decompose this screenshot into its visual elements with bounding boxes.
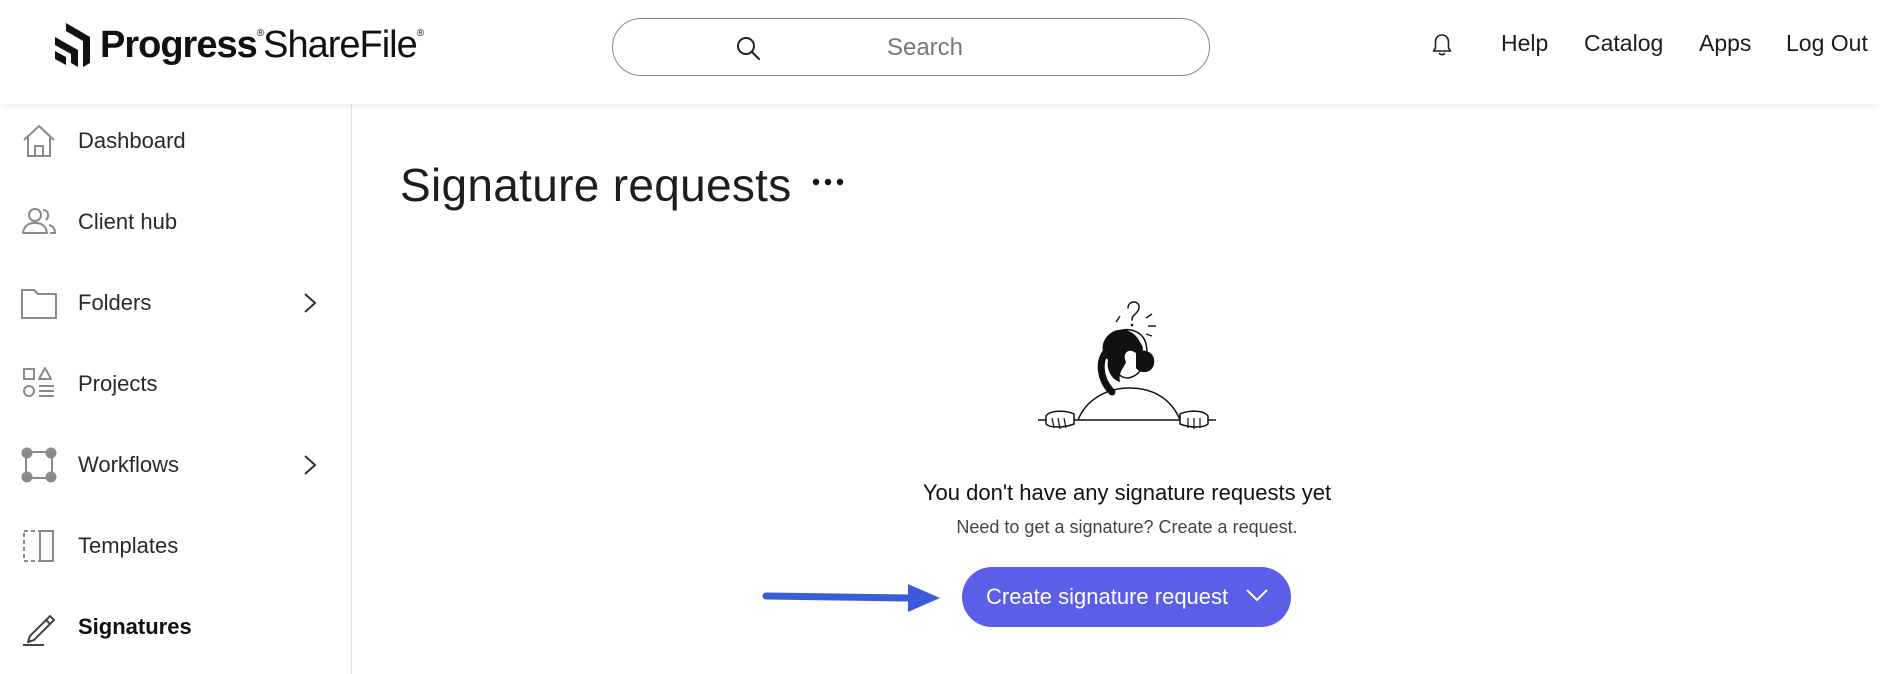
sidebar-nav: Dashboard Client hub Folders Projects Wo… <box>0 104 352 674</box>
home-icon <box>23 125 55 157</box>
top-header: Progress®ShareFile® Help Catalog Apps Lo… <box>0 0 1880 104</box>
progress-sharefile-logo[interactable]: Progress®ShareFile® <box>52 20 424 70</box>
catalog-link[interactable]: Catalog <box>1584 30 1663 57</box>
sidebar-item-client-hub[interactable]: Client hub <box>0 191 352 251</box>
create-signature-request-button[interactable]: Create signature request <box>962 567 1291 627</box>
confused-person-illustration <box>1038 301 1216 430</box>
more-options-ellipsis-icon[interactable] <box>806 168 854 198</box>
progress-logo-icon <box>55 23 90 67</box>
sidebar-item-workflows[interactable]: Workflows <box>0 434 352 494</box>
help-link[interactable]: Help <box>1501 30 1548 57</box>
logo-text: Progress®ShareFile® <box>100 23 424 66</box>
annotation-arrow-icon <box>762 584 940 612</box>
sidebar-item-label: Client hub <box>78 209 178 234</box>
sidebar-item-label: Templates <box>78 533 179 558</box>
sidebar-item-signatures[interactable]: Signatures <box>0 596 352 656</box>
folder-icon <box>21 289 57 319</box>
sidebar-item-label: Folders <box>78 290 152 315</box>
logout-link[interactable]: Log Out <box>1786 30 1868 57</box>
sidebar-item-label: Projects <box>78 371 158 396</box>
template-icon <box>23 530 54 562</box>
chevron-right-icon[interactable] <box>302 291 318 315</box>
projects-icon <box>23 367 54 397</box>
chevron-down-icon[interactable] <box>1245 587 1269 603</box>
search-input[interactable] <box>773 29 1077 67</box>
create-button-label: Create signature request <box>986 584 1229 609</box>
chevron-right-icon[interactable] <box>302 453 318 477</box>
sidebar-item-folders[interactable]: Folders <box>0 272 352 332</box>
sidebar-item-projects[interactable]: Projects <box>0 353 352 413</box>
search-icon[interactable] <box>735 35 761 61</box>
workflows-icon <box>21 447 57 483</box>
apps-link[interactable]: Apps <box>1699 30 1751 57</box>
sidebar-item-label: Workflows <box>78 452 180 477</box>
empty-state-subtitle: Need to get a signature? Create a reques… <box>956 517 1298 537</box>
sidebar-item-dashboard[interactable]: Dashboard <box>0 110 352 170</box>
search-box[interactable] <box>612 18 1210 76</box>
users-icon <box>22 208 57 234</box>
sidebar-item-label: Signatures <box>78 614 192 639</box>
page-title: Signature requests <box>400 159 792 211</box>
notifications-bell-icon[interactable] <box>1430 32 1454 58</box>
pen-icon <box>23 615 55 646</box>
sidebar-item-templates[interactable]: Templates <box>0 515 352 575</box>
sidebar-item-label: Dashboard <box>78 128 186 153</box>
empty-state-title: You don't have any signature requests ye… <box>922 480 1332 505</box>
